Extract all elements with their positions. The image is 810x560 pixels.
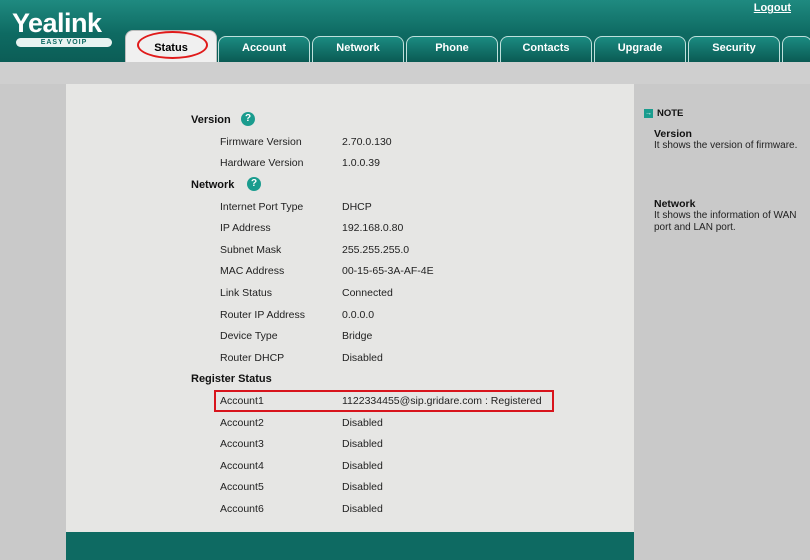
header-bar: Yealink EASY VOIP Logout Status Account …	[0, 0, 810, 62]
label-ip-address: IP Address	[220, 222, 271, 234]
tab-network[interactable]: Network	[312, 36, 404, 62]
label-account5: Account5	[220, 481, 264, 493]
logout-link[interactable]: Logout	[754, 2, 791, 14]
value-internet-port-type: DHCP	[342, 201, 372, 213]
arrow-right-icon: →	[644, 108, 653, 118]
section-title-register-status: Register Status	[191, 373, 272, 385]
value-router-ip-address: 0.0.0.0	[342, 309, 375, 321]
value-account2: Disabled	[342, 417, 383, 429]
label-router-ip-address: Router IP Address	[220, 309, 306, 321]
label-account4: Account4	[220, 460, 264, 472]
tab-upgrade[interactable]: Upgrade	[594, 36, 686, 62]
label-link-status: Link Status	[220, 287, 272, 299]
note-heading: → NOTE	[644, 108, 683, 119]
value-router-dhcp: Disabled	[342, 352, 383, 364]
tab-phone[interactable]: Phone	[406, 36, 498, 62]
value-account6: Disabled	[342, 503, 383, 515]
value-link-status: Connected	[342, 287, 393, 299]
tab-contacts[interactable]: Contacts	[500, 36, 592, 62]
help-icon-version[interactable]: ?	[241, 112, 255, 126]
note-title-version: Version	[654, 128, 692, 140]
value-ip-address: 192.168.0.80	[342, 222, 404, 234]
section-title-network: Network	[191, 179, 235, 191]
value-hardware-version: 1.0.0.39	[342, 157, 380, 169]
label-account6: Account6	[220, 503, 264, 515]
label-subnet-mask: Subnet Mask	[220, 244, 282, 256]
label-hardware-version: Hardware Version	[220, 157, 304, 169]
main-tabs: Status Account Network Phone Contacts Up…	[0, 30, 810, 62]
label-device-type: Device Type	[220, 330, 278, 342]
label-firmware-version: Firmware Version	[220, 136, 302, 148]
tab-status[interactable]: Status	[125, 30, 217, 62]
label-internet-port-type: Internet Port Type	[220, 201, 304, 213]
label-account1: Account1	[220, 395, 264, 407]
label-account2: Account2	[220, 417, 264, 429]
value-firmware-version: 2.70.0.130	[342, 136, 392, 148]
value-account4: Disabled	[342, 460, 383, 472]
tab-account[interactable]: Account	[218, 36, 310, 62]
section-title-version: Version	[191, 114, 231, 126]
help-icon-network[interactable]: ?	[247, 177, 261, 191]
label-router-dhcp: Router DHCP	[220, 352, 285, 364]
note-heading-label: NOTE	[657, 108, 684, 119]
value-device-type: Bridge	[342, 330, 373, 342]
label-mac-address: MAC Address	[220, 265, 285, 277]
tab-more[interactable]	[782, 36, 810, 62]
footer-bar	[66, 532, 634, 560]
tab-security[interactable]: Security	[688, 36, 780, 62]
yealink-logo: Yealink	[12, 8, 102, 38]
value-account5: Disabled	[342, 481, 383, 493]
value-mac-address: 00-15-65-3A-AF-4E	[342, 265, 434, 277]
note-text-version: It shows the version of firmware.	[654, 140, 798, 151]
value-account1: 1122334455@sip.gridare.com : Registered	[342, 395, 542, 407]
note-text-network: It shows the information of WAN port and…	[654, 210, 797, 233]
note-title-network: Network	[654, 198, 696, 210]
value-account3: Disabled	[342, 438, 383, 450]
sub-bar	[0, 62, 810, 84]
label-account3: Account3	[220, 438, 264, 450]
value-subnet-mask: 255.255.255.0	[342, 244, 410, 256]
